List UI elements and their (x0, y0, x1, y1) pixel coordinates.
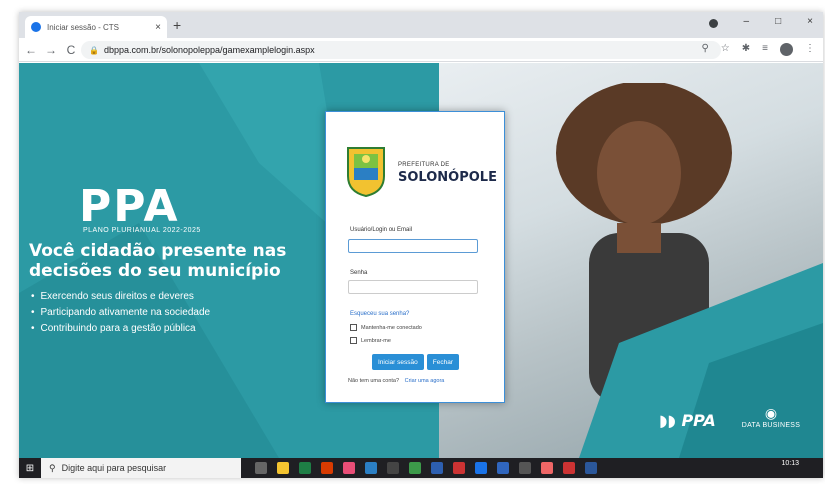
city-name: SOLONÓPOLE (398, 170, 497, 185)
databusiness-text: DATA BUSINESS (741, 422, 801, 429)
tab-favicon-icon (31, 22, 41, 32)
signin-button[interactable]: Iniciar sessão (372, 354, 424, 370)
new-tab-button[interactable]: + (173, 17, 181, 33)
profile-dot-icon[interactable] (708, 19, 718, 28)
window-controls: – □ × (708, 16, 813, 28)
username-input[interactable] (348, 239, 478, 253)
extensions-icon[interactable]: ✱ (742, 43, 750, 56)
menu-icon[interactable]: ⋮ (805, 43, 815, 56)
app-icon[interactable] (387, 462, 399, 474)
app-icon[interactable] (431, 462, 443, 474)
db-mark-icon: ◗◗ (659, 411, 676, 430)
hero-bullets: Exercendo seus direitos e deveres Partic… (31, 289, 211, 337)
create-account-link[interactable]: Criar uma agora (405, 378, 445, 384)
edge-icon[interactable] (365, 462, 377, 474)
windows-taskbar: ⊞ ⚲ Digite aqui para pesquisar 10:13 (19, 458, 823, 478)
username-label: Usuário/Login ou Email (350, 227, 413, 233)
page-content: PPA PLANO PLURIANUAL 2022-2025 Você cida… (19, 63, 823, 458)
chrome-icon[interactable] (475, 462, 487, 474)
taskbar-apps (255, 462, 597, 474)
browser-window: Iniciar sessão - CTS × + – □ × ← → C 🔒 d… (19, 12, 823, 478)
ppa-footer-text: PPA (681, 411, 716, 430)
browser-toolbar: ← → C 🔒 dbppa.com.br/solonopoleppa/gamex… (19, 38, 823, 62)
bullet-item: Contribuindo para a gestão pública (31, 321, 210, 337)
pdf-icon[interactable] (563, 462, 575, 474)
url-text[interactable]: dbppa.com.br/solonopoleppa/gamexamplelog… (104, 45, 315, 55)
signup-row: Não tem uma conta? Criar uma agora (348, 378, 444, 384)
databusiness-logo: ◉ DATA BUSINESS (741, 405, 801, 429)
remember-checkbox[interactable] (350, 324, 357, 331)
reading-list-icon[interactable]: ≡ (762, 43, 768, 56)
no-account-text: Não tem uma conta? (348, 378, 400, 384)
ppa-subtitle: PLANO PLURIANUAL 2022-2025 (83, 227, 201, 234)
tab-close-icon[interactable]: × (155, 22, 161, 33)
minimize-icon[interactable]: – (744, 16, 750, 28)
ppa-logo: PPA (79, 181, 180, 232)
forward-button[interactable]: → (43, 43, 59, 57)
close-window-icon[interactable]: × (807, 16, 813, 28)
file-explorer-icon[interactable] (277, 462, 289, 474)
zoom-icon[interactable]: ⚲ (701, 43, 708, 56)
browser-tab[interactable]: Iniciar sessão - CTS × (25, 16, 167, 38)
city-crest-icon (347, 147, 385, 198)
app-icon[interactable] (409, 462, 421, 474)
login-buttons: Iniciar sessão Fechar (372, 354, 459, 370)
password-label: Senha (350, 270, 368, 276)
tab-title: Iniciar sessão - CTS (47, 22, 120, 32)
login-card: PREFEITURA DE SOLONÓPOLE Usuário/Login o… (325, 111, 505, 403)
app-icon[interactable] (541, 462, 553, 474)
task-view-icon[interactable] (255, 462, 267, 474)
remember-me-row[interactable]: Mantenha-me conectado (350, 324, 422, 331)
app-icon[interactable] (519, 462, 531, 474)
taskbar-clock[interactable]: 10:13 (781, 459, 799, 468)
forgot-password-link[interactable]: Esqueceu sua senha? (350, 311, 409, 317)
bookmark-star-icon[interactable]: ☆ (721, 43, 730, 56)
close-button[interactable]: Fechar (426, 354, 459, 370)
bullet-item: Exercendo seus direitos e deveres (31, 289, 210, 305)
ppa-footer-logo: ◗◗ PPA (659, 411, 716, 430)
password-input[interactable] (348, 280, 478, 294)
profile-avatar-icon[interactable] (780, 43, 793, 56)
excel-icon[interactable] (299, 462, 311, 474)
address-bar[interactable]: 🔒 dbppa.com.br/solonopoleppa/gamexamplel… (81, 41, 721, 59)
taskbar-search[interactable]: ⚲ Digite aqui para pesquisar (41, 458, 241, 478)
remind-label: Lembrar-me (361, 337, 391, 344)
app-icon[interactable] (497, 462, 509, 474)
remember-label: Mantenha-me conectado (361, 324, 422, 331)
lock-icon[interactable]: 🔒 (89, 46, 99, 55)
toolbar-icons: ⚲ ☆ ✱ ≡ ⋮ (701, 43, 815, 56)
search-icon: ⚲ (49, 462, 56, 473)
remind-me-row[interactable]: Lembrar-me (350, 337, 391, 344)
reload-button[interactable]: C (63, 43, 79, 57)
databusiness-mark-icon: ◉ (764, 405, 778, 421)
clock-time: 10:13 (781, 460, 799, 467)
app-icon[interactable] (343, 462, 355, 474)
bullet-item: Participando ativamente na sociedade (31, 305, 211, 321)
app-icon[interactable] (453, 462, 465, 474)
start-button-icon[interactable]: ⊞ (19, 458, 41, 478)
remind-checkbox[interactable] (350, 337, 357, 344)
taskbar-search-placeholder: Digite aqui para pesquisar (61, 463, 167, 473)
tab-strip: Iniciar sessão - CTS × + – □ × (19, 12, 823, 38)
maximize-icon[interactable]: □ (775, 16, 781, 28)
back-button[interactable]: ← (23, 43, 39, 57)
prefeitura-label: PREFEITURA DE (398, 162, 450, 168)
hero-headline: Você cidadão presente nas decisões do se… (29, 241, 287, 281)
word-icon[interactable] (585, 462, 597, 474)
acrobat-icon[interactable] (321, 462, 333, 474)
